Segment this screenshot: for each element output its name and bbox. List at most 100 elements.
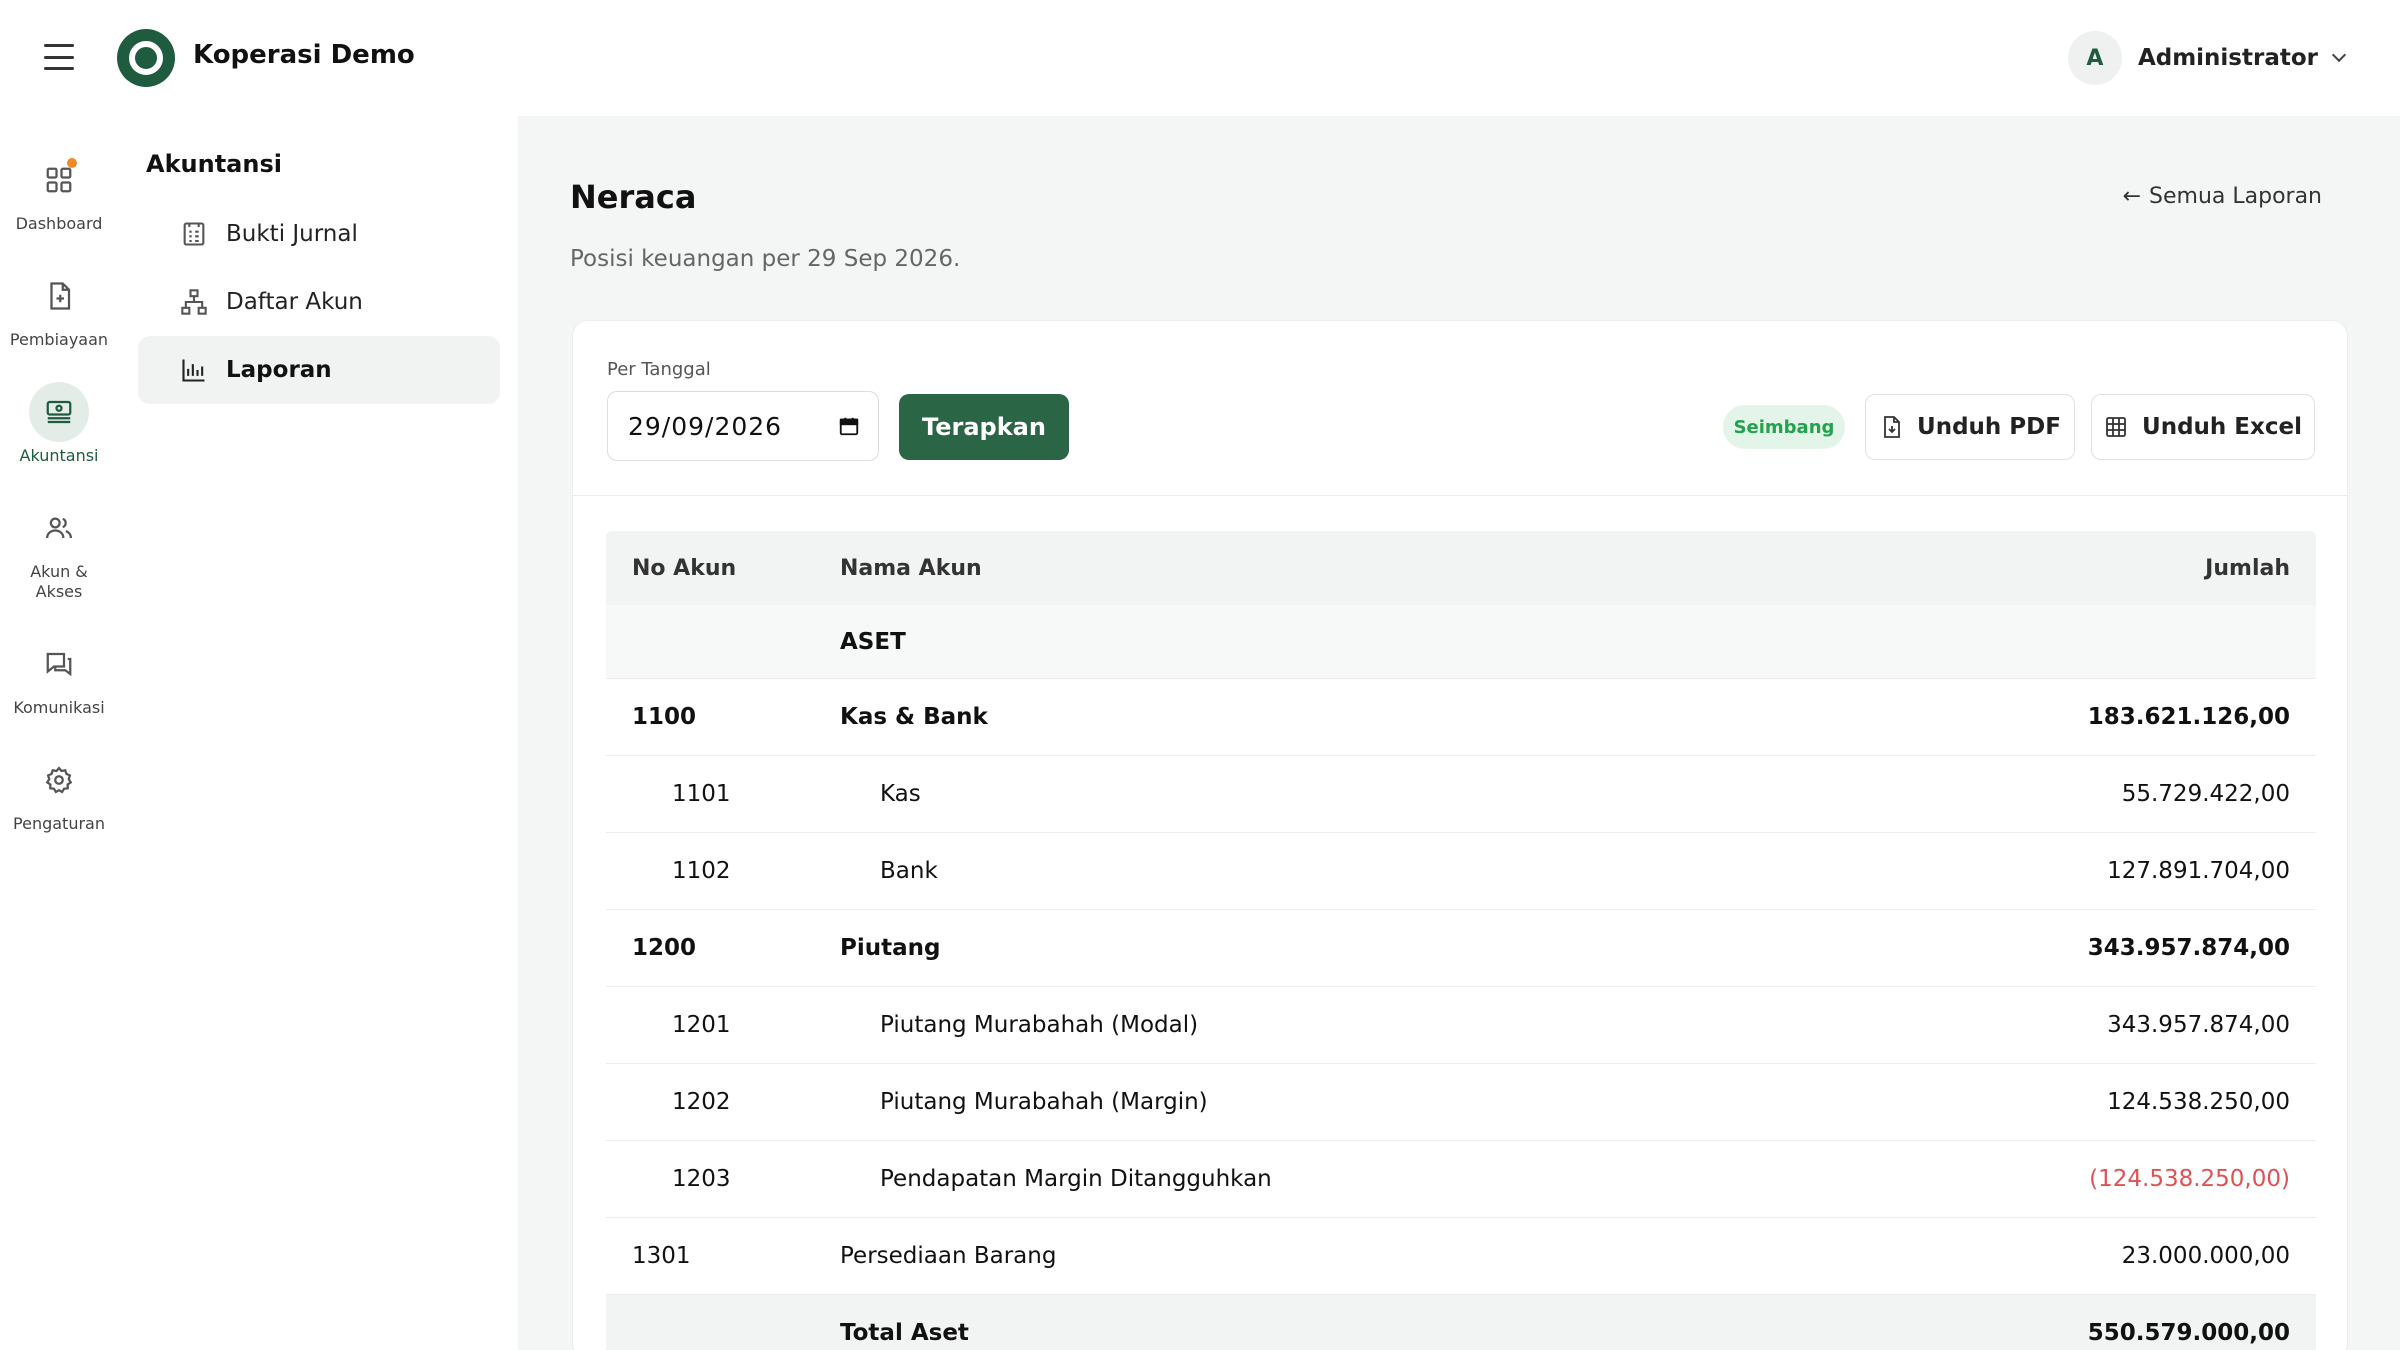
gear-icon [45, 766, 73, 794]
page-title: Neraca [570, 178, 697, 216]
all-reports-label: Semua Laporan [2149, 184, 2322, 209]
table-row: 1100 Kas & Bank 183.621.126,00 [606, 679, 2316, 756]
rail-item-dashboard[interactable]: Dashboard [0, 150, 118, 234]
status-badge: Seimbang [1723, 405, 1845, 449]
account-name: Kas [880, 781, 921, 807]
rail-item-pengaturan[interactable]: Pengaturan [0, 750, 118, 834]
table-header: No Akun Nama Akun Jumlah [606, 531, 2316, 605]
grid-icon [46, 167, 72, 193]
account-no: 1203 [672, 1166, 731, 1192]
date-value: 29/09/2026 [628, 411, 783, 441]
user-menu[interactable]: A Administrator [2067, 31, 2347, 85]
account-no: 1100 [632, 704, 697, 730]
total-amount: 550.579.000,00 [2087, 1320, 2290, 1346]
table-row: 1201 Piutang Murabahah (Modal) 343.957.8… [606, 987, 2316, 1064]
rail-item-akuntansi[interactable]: Akuntansi [0, 382, 118, 466]
rail-item-pembiayaan[interactable]: Pembiayaan [0, 266, 118, 350]
chevron-down-icon [2331, 47, 2347, 63]
table-row: 1102 Bank 127.891.704,00 [606, 833, 2316, 910]
all-reports-link[interactable]: ← Semua Laporan [2123, 184, 2322, 209]
chat-icon [46, 652, 72, 677]
download-excel-label: Unduh Excel [2142, 414, 2302, 440]
balance-sheet-table: No Akun Nama Akun Jumlah ASET 1100 Kas &… [606, 531, 2316, 1350]
users-icon [46, 517, 72, 539]
arrow-left-icon: ← [2122, 184, 2142, 209]
top-header: Koperasi Demo A Administrator [0, 0, 2400, 116]
notification-dot [67, 158, 77, 168]
section-label: ASET [840, 628, 906, 655]
account-name: Piutang Murabahah (Modal) [880, 1012, 1199, 1038]
account-name: Persediaan Barang [840, 1243, 1057, 1269]
subnav-item-label: Daftar Akun [226, 289, 363, 315]
calendar-icon[interactable] [838, 415, 860, 437]
report-card: Per Tanggal 29/09/2026 Terapkan Seimbang… [572, 320, 2348, 1350]
account-no: 1200 [632, 935, 697, 961]
rail-label: Dashboard [15, 214, 103, 233]
total-row: Total Aset 550.579.000,00 [606, 1295, 2316, 1350]
column-header-name: Nama Akun [840, 555, 982, 581]
rail-label: Komunikasi [13, 698, 105, 717]
account-name: Pendapatan Margin Ditangguhkan [880, 1166, 1272, 1192]
table-row: 1203 Pendapatan Margin Ditangguhkan (124… [606, 1141, 2316, 1218]
account-no: 1202 [672, 1089, 731, 1115]
account-amount: 23.000.000,00 [2121, 1243, 2290, 1269]
main-content: Neraca Posisi keuangan per 29 Sep 2026. … [518, 116, 2400, 1350]
download-pdf-button[interactable]: Unduh PDF [1865, 394, 2075, 460]
account-no: 1301 [632, 1243, 691, 1269]
account-amount: 127.891.704,00 [2107, 858, 2290, 884]
rail-item-komunikasi[interactable]: Komunikasi [0, 634, 118, 718]
accounting-subnav: Akuntansi Bukti Jurnal Daftar Akun Lapor… [118, 116, 518, 1350]
subnav-title: Akuntansi [146, 150, 282, 178]
account-name: Piutang Murabahah (Margin) [880, 1089, 1208, 1115]
user-name: Administrator [2137, 45, 2318, 71]
column-header-no: No Akun [632, 555, 737, 581]
account-no: 1201 [672, 1012, 731, 1038]
account-name: Bank [880, 858, 938, 884]
account-amount: 55.729.422,00 [2121, 781, 2290, 807]
menu-toggle-icon[interactable] [44, 44, 74, 70]
journal-icon [183, 222, 205, 246]
account-amount-negative: (124.538.250,00) [2089, 1166, 2290, 1192]
avatar: A [2067, 31, 2122, 85]
subnav-item-bukti-jurnal[interactable]: Bukti Jurnal [138, 200, 500, 268]
account-no: 1102 [672, 858, 731, 884]
bar-chart-icon [182, 359, 205, 382]
table-row: 1101 Kas 55.729.422,00 [606, 756, 2316, 833]
section-row: ASET [606, 605, 2316, 679]
total-label: Total Aset [840, 1320, 969, 1346]
account-amount: 183.621.126,00 [2087, 704, 2290, 730]
account-no: 1101 [672, 781, 731, 807]
document-plus-icon [50, 282, 71, 310]
date-filter-label: Per Tanggal [607, 359, 711, 380]
download-excel-button[interactable]: Unduh Excel [2091, 394, 2315, 460]
table-icon [2106, 417, 2126, 437]
rail-item-akun-akses[interactable]: Akun & Akses [0, 498, 118, 602]
table-row: 1202 Piutang Murabahah (Margin) 124.538.… [606, 1064, 2316, 1141]
subnav-item-label: Bukti Jurnal [226, 221, 358, 247]
rail-label: Akun & Akses [30, 562, 88, 601]
apply-button[interactable]: Terapkan [899, 394, 1069, 460]
card-divider [573, 495, 2347, 496]
rail-label: Pembiayaan [9, 330, 109, 349]
hierarchy-icon [181, 289, 207, 315]
account-amount: 343.957.874,00 [2087, 935, 2290, 961]
column-header-amount: Jumlah [2205, 555, 2290, 581]
subnav-item-daftar-akun[interactable]: Daftar Akun [138, 268, 500, 336]
icon-rail: Dashboard Pembiayaan Akuntansi Akun & Ak… [0, 116, 118, 1350]
brand-logo [117, 29, 175, 87]
subnav-item-laporan[interactable]: Laporan [138, 336, 500, 404]
account-name: Kas & Bank [840, 704, 988, 730]
brand-name: Koperasi Demo [193, 40, 415, 70]
cash-register-icon [46, 400, 72, 424]
account-name: Piutang [840, 935, 941, 961]
subnav-item-label: Laporan [226, 357, 332, 383]
table-row: 1301 Persediaan Barang 23.000.000,00 [606, 1218, 2316, 1295]
date-input[interactable]: 29/09/2026 [607, 391, 879, 461]
rail-label: Pengaturan [13, 814, 105, 833]
account-amount: 343.957.874,00 [2107, 1012, 2290, 1038]
account-amount: 124.538.250,00 [2107, 1089, 2290, 1115]
rail-label: Akuntansi [19, 446, 99, 465]
table-row: 1200 Piutang 343.957.874,00 [606, 910, 2316, 987]
download-pdf-label: Unduh PDF [1917, 414, 2061, 440]
file-pdf-icon [1884, 416, 1900, 438]
